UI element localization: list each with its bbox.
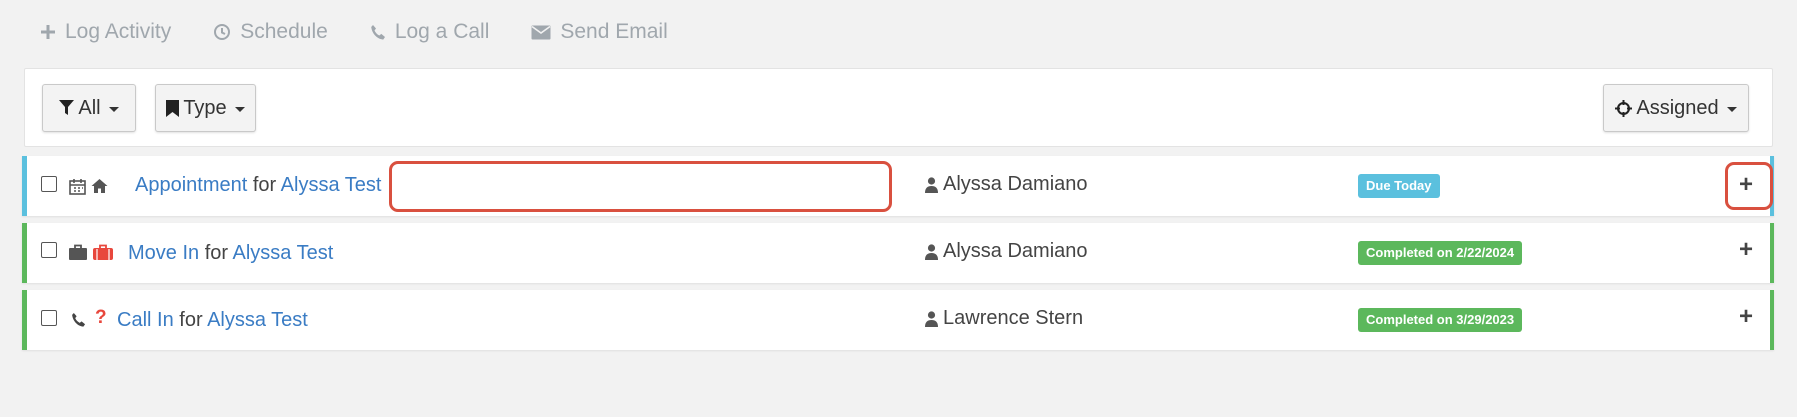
assignee: Alyssa Damiano <box>925 173 1088 196</box>
all-filter-dropdown[interactable]: All <box>42 84 136 132</box>
envelope-icon <box>531 25 551 39</box>
assignee: Alyssa Damiano <box>925 240 1088 263</box>
assigned-filter-label: Assigned <box>1636 96 1719 119</box>
user-icon <box>925 310 938 327</box>
activity-row: Move In for Alyssa Test Alyssa Damiano C… <box>22 223 1774 283</box>
log-call-button[interactable]: Log a Call <box>370 20 490 44</box>
activity-connector: for <box>252 174 277 196</box>
phone-icon <box>72 312 86 327</box>
activity-connector: for <box>179 309 203 331</box>
schedule-button[interactable]: Schedule <box>213 20 328 44</box>
log-activity-button[interactable]: Log Activity <box>40 20 171 44</box>
contact-link[interactable]: Alyssa Test <box>233 242 334 264</box>
question-icon: ? <box>95 307 107 328</box>
activity-toolbar: Log Activity Schedule Log a Call Send Em… <box>40 14 710 50</box>
activity-title: Appointment for Alyssa Test <box>135 174 381 197</box>
user-icon <box>925 243 938 260</box>
row-checkbox[interactable] <box>41 242 57 258</box>
user-icon <box>925 176 938 193</box>
type-filter-label: Type <box>183 96 227 119</box>
activity-type-link[interactable]: Appointment <box>135 174 247 196</box>
assignee-name: Alyssa Damiano <box>943 173 1088 195</box>
assignee: Lawrence Stern <box>925 307 1083 330</box>
chevron-down-icon <box>108 106 119 112</box>
assigned-filter-dropdown[interactable]: Assigned <box>1603 84 1749 132</box>
clock-icon <box>214 24 231 40</box>
contact-link[interactable]: Alyssa Test <box>281 174 382 196</box>
status-badge: Completed on 2/22/2024 <box>1358 241 1523 265</box>
note-input-highlight[interactable] <box>389 161 892 212</box>
plus-icon <box>41 25 55 39</box>
chevron-down-icon <box>234 106 245 112</box>
bookmark-icon <box>166 99 180 117</box>
log-call-label: Log a Call <box>394 20 490 43</box>
activity-title: Move In for Alyssa Test <box>128 242 333 265</box>
assignee-name: Lawrence Stern <box>943 307 1084 329</box>
row-checkbox[interactable] <box>41 176 57 192</box>
phone-icon <box>371 24 385 40</box>
send-email-label: Send Email <box>560 20 668 43</box>
suitcase-icon <box>93 244 113 260</box>
activity-title: Call In for Alyssa Test <box>117 309 308 332</box>
activity-row: ? Call In for Alyssa Test Lawrence Stern… <box>22 290 1774 350</box>
status-badge: Completed on 3/29/2023 <box>1358 308 1523 332</box>
filter-panel: All Type Assigned <box>24 68 1773 147</box>
activity-type-link[interactable]: Move In <box>128 242 199 264</box>
all-filter-label: All <box>78 96 101 119</box>
activity-row: Appointment for Alyssa Test Alyssa Damia… <box>22 156 1774 216</box>
activity-type-link[interactable]: Call In <box>117 309 174 331</box>
crosshairs-icon <box>1615 99 1633 117</box>
add-icon[interactable]: + <box>1739 305 1753 329</box>
add-icon[interactable]: + <box>1739 238 1753 262</box>
briefcase-icon <box>69 244 87 260</box>
chevron-down-icon <box>1726 106 1737 112</box>
home-icon <box>91 179 108 193</box>
filter-icon <box>59 100 75 115</box>
type-filter-dropdown[interactable]: Type <box>155 84 256 132</box>
log-activity-label: Log Activity <box>65 20 172 43</box>
contact-link[interactable]: Alyssa Test <box>207 309 308 331</box>
activity-connector: for <box>204 242 229 264</box>
status-badge: Due Today <box>1358 174 1440 198</box>
send-email-button[interactable]: Send Email <box>531 20 668 44</box>
assignee-name: Alyssa Damiano <box>943 240 1088 262</box>
calendar-icon <box>69 179 86 195</box>
schedule-label: Schedule <box>240 20 328 43</box>
add-icon[interactable]: + <box>1739 173 1753 197</box>
row-checkbox[interactable] <box>41 310 57 326</box>
